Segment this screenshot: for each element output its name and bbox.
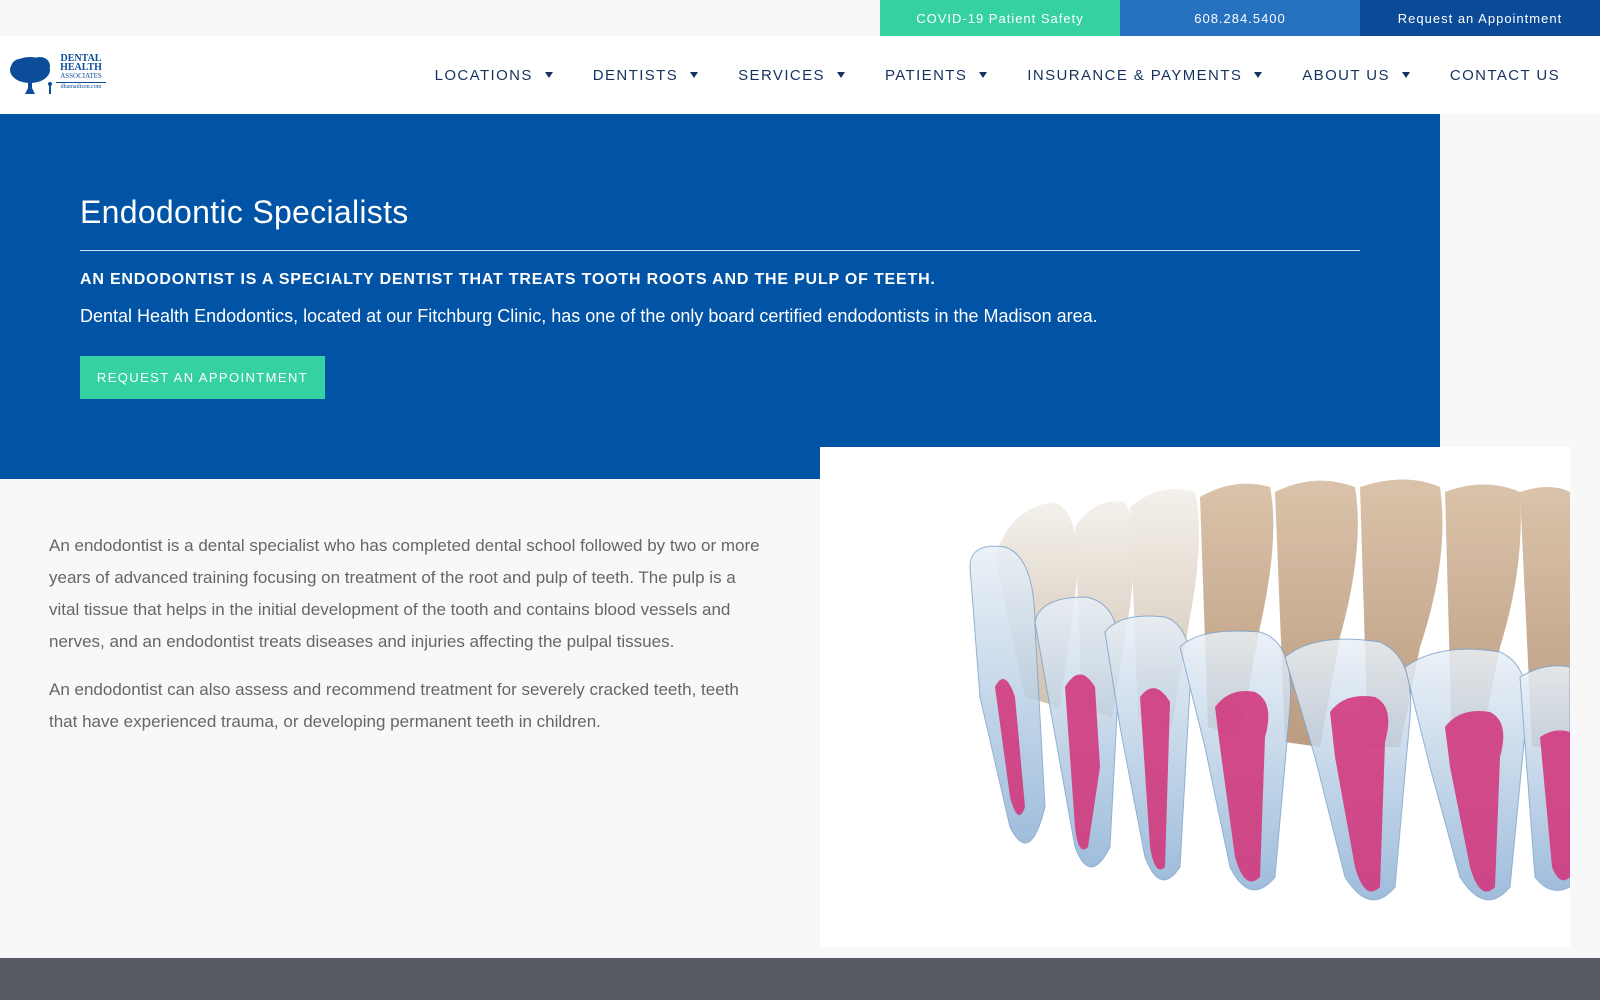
request-appointment-link[interactable]: Request an Appointment	[1360, 0, 1600, 36]
page-title: Endodontic Specialists	[80, 194, 409, 230]
nav-label: SERVICES	[738, 66, 825, 84]
hero-banner: Endodontic Specialists AN ENDODONTIST IS…	[0, 114, 1440, 479]
nav-contact-us[interactable]: CONTACT US	[1450, 67, 1560, 84]
nav-locations[interactable]: LOCATIONS	[435, 67, 553, 84]
caret-down-icon	[836, 72, 845, 78]
site-logo[interactable]: DENTAL HEALTH ASSOCIATES dhamadison.com	[8, 54, 106, 96]
nav-label: LOCATIONS	[434, 66, 533, 84]
teeth-illustration	[820, 447, 1570, 947]
info-paragraph: An endodontist can also assess and recom…	[49, 680, 739, 731]
footer-band	[0, 958, 1600, 1000]
covid-safety-link[interactable]: COVID-19 Patient Safety	[880, 0, 1120, 36]
nav-label: PATIENTS	[884, 66, 968, 84]
endodontist-info: An endodontist is a dental specialist wh…	[49, 530, 769, 754]
request-appointment-button[interactable]: REQUEST AN APPOINTMENT	[80, 356, 325, 399]
nav-dentists[interactable]: DENTISTS	[592, 66, 699, 84]
hero-description: Dental Health Endodontics, located at ou…	[80, 306, 1098, 326]
caret-down-icon	[1254, 72, 1263, 78]
nav-label: CONTACT US	[1449, 66, 1560, 84]
phone-link[interactable]: 608.284.5400	[1120, 0, 1360, 36]
nav-services[interactable]: SERVICES	[738, 67, 845, 84]
site-header: DENTAL HEALTH ASSOCIATES dhamadison.com …	[0, 36, 1600, 114]
logo-line: HEALTH	[60, 62, 102, 73]
caret-down-icon	[979, 72, 988, 78]
utility-bar: COVID-19 Patient Safety 608.284.5400 Req…	[0, 0, 1600, 36]
logo-url: dhamadison.com	[56, 82, 106, 92]
logo-line: ASSOCIATES	[60, 72, 102, 80]
hero-divider	[80, 250, 1360, 251]
tree-icon	[8, 54, 58, 96]
caret-down-icon	[544, 72, 553, 78]
logo-wordmark: DENTAL HEALTH ASSOCIATES dhamadison.com	[56, 54, 106, 92]
main-nav: LOCATIONS DENTISTS SERVICES PATIENTS INS…	[395, 36, 1560, 114]
teeth-roots-image	[969, 479, 1570, 901]
nav-insurance-payments[interactable]: INSURANCE & PAYMENTS	[1027, 66, 1263, 84]
nav-label: DENTISTS	[592, 66, 679, 84]
hero-tagline: AN ENDODONTIST IS A SPECIALTY DENTIST TH…	[80, 271, 936, 288]
caret-down-icon	[1401, 72, 1410, 78]
info-paragraph: An endodontist is a dental specialist wh…	[49, 536, 760, 651]
nav-label: INSURANCE & PAYMENTS	[1027, 66, 1243, 84]
nav-about-us[interactable]: ABOUT US	[1302, 67, 1410, 84]
nav-label: ABOUT US	[1302, 66, 1390, 84]
caret-down-icon	[690, 72, 699, 78]
nav-patients[interactable]: PATIENTS	[884, 66, 988, 84]
